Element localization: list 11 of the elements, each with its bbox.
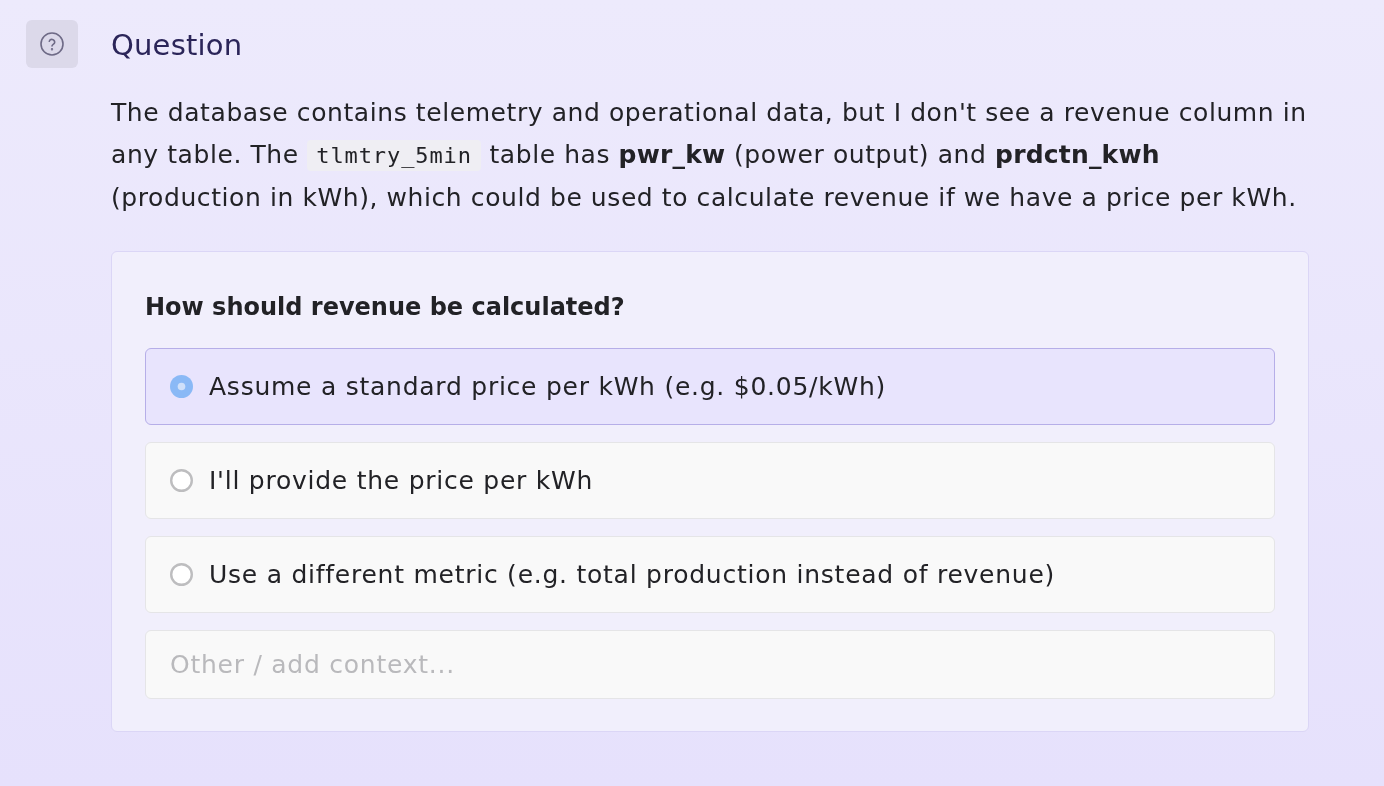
question-prompt: How should revenue be calculated? bbox=[145, 292, 626, 322]
answer-option[interactable]: I'll provide the price per kWh bbox=[145, 442, 1275, 519]
question-title: Question bbox=[111, 27, 244, 64]
help-icon bbox=[40, 32, 64, 56]
answer-option[interactable]: Assume a standard price per kWh (e.g. $0.05/kWh) bbox=[145, 348, 1275, 425]
description-text: The database contains telemetry and operational data, but I don't see a revenue column in any table. The tlmtry_5min table has pwr_kw (power output) and prdctn_kwh (production in kWh), which could be used to calculate revenue if we have a price per kWh. bbox=[111, 97, 1308, 214]
answer-option[interactable]: Use a different metric (e.g. total production instead of revenue) bbox=[145, 536, 1275, 613]
radio-icon[interactable] bbox=[170, 469, 193, 492]
other-input-field[interactable]: Other / add context... bbox=[145, 630, 1275, 699]
radio-icon[interactable] bbox=[170, 375, 193, 398]
radio-icon[interactable] bbox=[170, 563, 193, 586]
